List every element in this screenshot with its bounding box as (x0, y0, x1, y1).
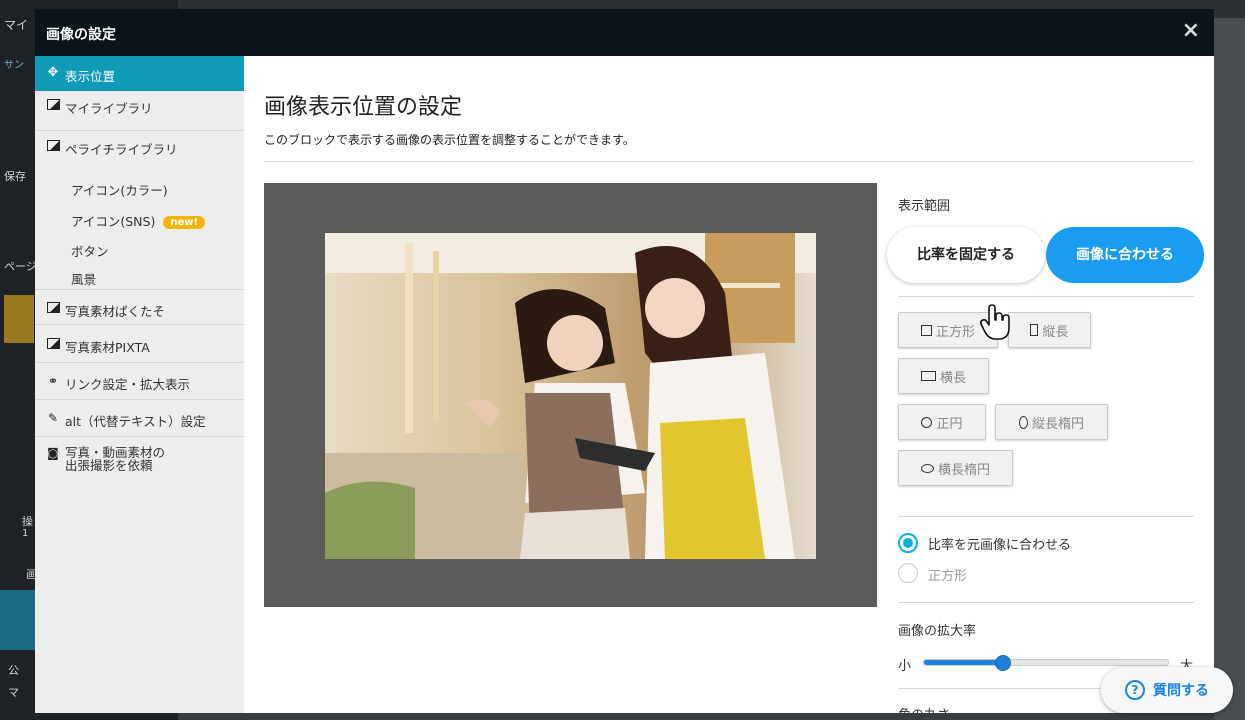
ratio-square-label[interactable]: 正方形 (928, 565, 967, 584)
image-icon (46, 139, 60, 153)
sidebar-item-link-settings[interactable]: ⚭ リンク設定・拡大表示 (35, 374, 244, 396)
fit-image-button[interactable]: 画像に合わせる (1046, 227, 1204, 283)
divider (898, 602, 1194, 603)
landscape-rect-icon (920, 371, 936, 381)
shape-label: 正方形 (935, 324, 975, 340)
shape-horizontal-ellipse-button[interactable]: 横長楕円 (898, 450, 1013, 486)
fix-ratio-button[interactable]: 比率を固定する (887, 227, 1045, 283)
vertical-ellipse-icon (1018, 415, 1028, 429)
move-icon: ✥ (47, 65, 59, 80)
sidebar-item-label: 表示位置 (65, 69, 116, 84)
modal-header: 画像の設定 × (35, 9, 1214, 56)
bg-text: 操 (22, 515, 33, 528)
zoom-slider[interactable] (923, 655, 1169, 671)
page-description: このブロックで表示する画像の表示位置を調整することができます。 (264, 133, 635, 147)
horizontal-ellipse-icon (920, 463, 934, 473)
help-button[interactable]: ? 質問する (1101, 667, 1233, 713)
bg-text: 保存 (4, 170, 26, 183)
divider (35, 362, 244, 363)
fit-image-button-label: 画像に合わせる (1076, 246, 1174, 263)
link-icon: ⚭ (47, 374, 59, 388)
sidebar-item-display-position[interactable]: ✥ 表示位置 (35, 56, 244, 91)
question-icon: ? (1125, 680, 1145, 700)
main-content: 画像表示位置の設定 このブロックで表示する画像の表示位置を調整することができます… (244, 56, 1214, 713)
image-icon (46, 301, 60, 315)
hand-cursor-icon (980, 304, 1010, 340)
shape-label: 縦長 (1042, 324, 1069, 340)
divider (35, 289, 244, 290)
sidebar-subitem-icon-sns[interactable]: アイコン(SNS) new! (71, 211, 206, 230)
ratio-original-radio[interactable] (898, 533, 918, 553)
divider (898, 296, 1194, 297)
fix-ratio-button-label: 比率を固定する (917, 246, 1015, 263)
sidebar-item-label: ペライチライブラリ (65, 142, 178, 157)
bg-text: 1 (22, 528, 29, 539)
display-range-label: 表示範囲 (898, 199, 951, 214)
divider (35, 130, 244, 131)
shape-label: 正円 (936, 416, 963, 432)
image-settings-modal: 画像の設定 × ✥ 表示位置 マイライブラリ ペライチライブラリ アイコン(カラ… (35, 9, 1214, 713)
background-thumbnail (4, 295, 34, 343)
circle-icon (921, 416, 933, 428)
camera-icon: ◙ (47, 446, 59, 460)
sidebar-item-label: 写真素材ぱくたそ (65, 304, 166, 319)
divider (898, 516, 1194, 517)
sidebar-item-pakutaso[interactable]: 写真素材ぱくたそ (35, 301, 244, 323)
bg-text: マイ (4, 18, 29, 32)
zoom-small-label: 小 (898, 659, 912, 674)
sidebar-item-label: alt（代替テキスト）設定 (65, 414, 206, 429)
preview-photo[interactable] (325, 233, 816, 559)
bg-text: ページ (4, 260, 37, 273)
divider (264, 161, 1194, 162)
ratio-square-radio[interactable] (898, 563, 918, 583)
background-canvas (1214, 18, 1245, 720)
zoom-slider-thumb[interactable] (994, 655, 1011, 671)
divider (35, 399, 244, 400)
portrait-rect-icon (1030, 324, 1039, 336)
shape-label: 縦長楕円 (1031, 416, 1084, 432)
settings-sidebar: ✥ 表示位置 マイライブラリ ペライチライブラリ アイコン(カラー) アイコン(… (35, 56, 244, 713)
sidebar-item-photo-shoot[interactable]: ◙ 写真・動画素材の 出張撮影を依頼 (35, 446, 244, 478)
sidebar-subitem-button[interactable]: ボタン (71, 241, 109, 260)
sidebar-subitem-landscape[interactable]: 風景 (71, 269, 96, 288)
close-button[interactable]: × (1182, 18, 1200, 44)
bg-text: サン (4, 60, 24, 71)
sidebar-item-label: マイライブラリ (65, 101, 153, 116)
corner-radius-label: 角の丸さ (898, 704, 950, 713)
sidebar-item-peraichi-library[interactable]: ペライチライブラリ (35, 139, 244, 161)
sidebar-item-alt-text[interactable]: ✎ alt（代替テキスト）設定 (35, 411, 244, 433)
sidebar-item-my-library[interactable]: マイライブラリ (35, 98, 244, 120)
page-title: 画像表示位置の設定 (264, 95, 463, 120)
image-icon (46, 337, 60, 351)
sidebar-item-label: 写真・動画素材の 出張撮影を依頼 (65, 445, 166, 473)
shape-label: 横長楕円 (937, 462, 990, 478)
sidebar-subitem-icon-color[interactable]: アイコン(カラー) (71, 180, 168, 199)
sidebar-subitem-label: アイコン(SNS) (71, 214, 156, 229)
shape-label: 横長 (939, 370, 966, 386)
image-preview-area[interactable] (264, 183, 877, 607)
shape-vertical-ellipse-button[interactable]: 縦長楕円 (995, 404, 1108, 440)
help-button-label: 質問する (1153, 683, 1209, 699)
new-badge: new! (163, 216, 206, 229)
divider (35, 324, 244, 325)
square-icon (920, 324, 932, 336)
shape-portrait-button[interactable]: 縦長 (1008, 312, 1091, 348)
sidebar-item-label: 写真素材PIXTA (65, 340, 150, 355)
zoom-slider-fill (924, 660, 1003, 665)
shape-landscape-button[interactable]: 横長 (898, 358, 989, 394)
pencil-icon: ✎ (47, 411, 59, 425)
shape-circle-button[interactable]: 正円 (898, 404, 986, 440)
divider (35, 436, 244, 437)
sidebar-item-label: リンク設定・拡大表示 (65, 377, 191, 392)
background-device-button (0, 590, 36, 650)
bg-text: 公 (8, 664, 19, 677)
zoom-label: 画像の拡大率 (898, 624, 977, 639)
ratio-original-label[interactable]: 比率を元画像に合わせる (928, 534, 1071, 553)
image-icon (46, 98, 60, 112)
modal-title: 画像の設定 (46, 27, 116, 43)
bg-text: マ (8, 686, 19, 699)
sidebar-item-pixta[interactable]: 写真素材PIXTA (35, 337, 244, 359)
